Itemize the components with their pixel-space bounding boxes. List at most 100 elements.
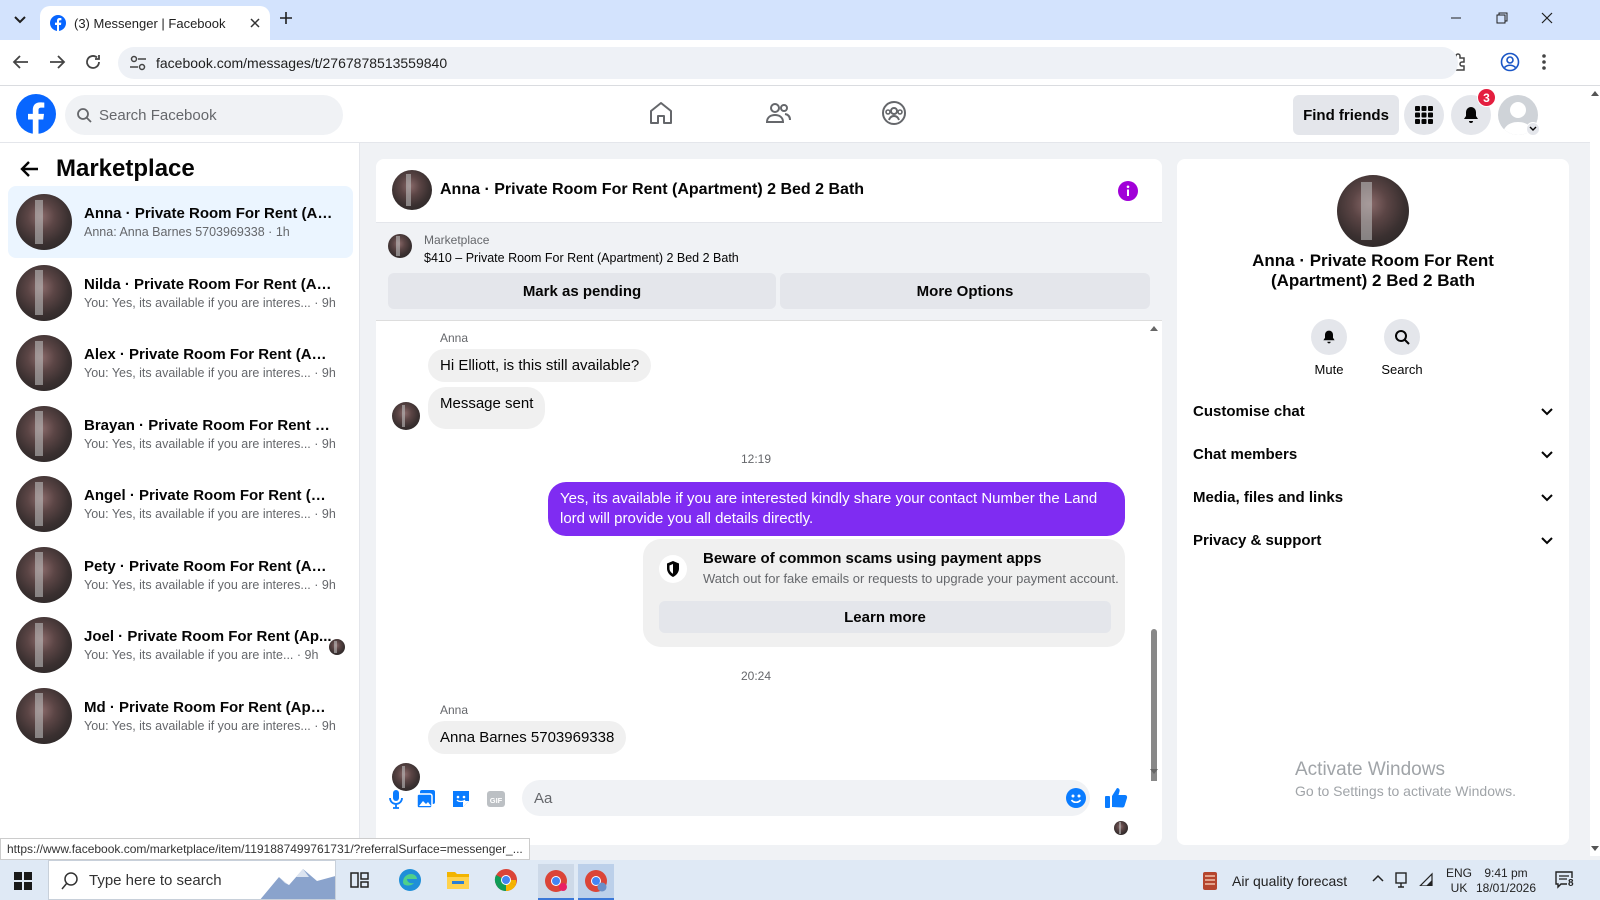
weather-label: Air quality forecast: [1232, 873, 1348, 889]
minimize-button[interactable]: [1450, 12, 1462, 24]
conversation-item[interactable]: Joel · Private Room For Rent (Ap... You: …: [8, 609, 353, 681]
taskbar-search[interactable]: Type here to search: [48, 860, 336, 900]
find-friends-button[interactable]: Find friends: [1293, 95, 1399, 135]
chrome-taskbar-icon[interactable]: [494, 868, 518, 892]
details-section[interactable]: Chat members: [1193, 446, 1553, 463]
conversation-avatar: [16, 617, 72, 673]
browser-menu-icon[interactable]: [1540, 52, 1548, 72]
windows-watermark: Activate Windows Go to Settings to activ…: [1295, 759, 1516, 799]
back-button[interactable]: [12, 53, 30, 71]
chat-avatar[interactable]: [392, 170, 432, 210]
reload-button[interactable]: [84, 53, 102, 71]
bell-icon: [1323, 330, 1335, 344]
conversation-item[interactable]: Brayan · Private Room For Rent (A... You:…: [8, 398, 353, 470]
attach-photo-button[interactable]: [416, 789, 436, 809]
profile-icon[interactable]: [1500, 52, 1520, 72]
conversation-item[interactable]: Anna · Private Room For Rent (Apa... Anna…: [8, 186, 353, 258]
conversation-item[interactable]: Pety · Private Room For Rent (Apar... You…: [8, 539, 353, 611]
scam-warning-body: Watch out for fake emails or requests to…: [703, 571, 1119, 586]
chat-header: Anna · Private Room For Rent (Apartment)…: [376, 159, 1162, 223]
search-in-conversation-button[interactable]: Search: [1377, 319, 1427, 377]
emoji-button[interactable]: [1066, 788, 1086, 808]
message-input[interactable]: Aa: [522, 780, 1090, 816]
details-section[interactable]: Customise chat: [1193, 403, 1553, 420]
chat-scrollbar[interactable]: [1148, 321, 1160, 781]
details-section-label: Privacy & support: [1193, 532, 1322, 549]
wifi-icon[interactable]: [1418, 872, 1434, 886]
menu-button[interactable]: [1404, 95, 1444, 135]
facebook-logo[interactable]: [16, 94, 56, 134]
conversation-text: Brayan · Private Room For Rent (A... You:…: [84, 417, 336, 451]
nav-friends[interactable]: [765, 100, 791, 126]
minimize-icon: [1451, 17, 1461, 19]
gif-button[interactable]: GIF: [486, 789, 506, 809]
conversation-item[interactable]: Nilda · Private Room For Rent (Ap... You:…: [8, 257, 353, 329]
site-settings-icon[interactable]: [128, 53, 148, 73]
conversation-info-button[interactable]: [1118, 181, 1138, 201]
action-center-button[interactable]: 8: [1555, 870, 1577, 890]
forward-button[interactable]: [48, 53, 66, 71]
read-receipt-avatar: [329, 639, 345, 655]
incoming-message[interactable]: Hi Elliott, is this still available?: [428, 349, 652, 382]
incoming-message[interactable]: Message sent: [428, 387, 546, 429]
weather-widget[interactable]: Air quality forecast: [1200, 870, 1347, 892]
close-tab-icon[interactable]: [250, 18, 260, 28]
back-to-marketplace-button[interactable]: [20, 159, 40, 179]
windows-logo-icon: [14, 872, 32, 890]
close-window-button[interactable]: [1541, 12, 1553, 24]
details-section[interactable]: Privacy & support: [1193, 532, 1553, 549]
voice-clip-button[interactable]: [388, 789, 404, 809]
tab-list-dropdown[interactable]: [8, 8, 32, 32]
file-explorer-taskbar-icon[interactable]: [446, 869, 470, 891]
url-text: facebook.com/messages/t/2767878513559840: [156, 55, 448, 71]
conversation-item[interactable]: Md · Private Room For Rent (Apart... You:…: [8, 680, 353, 752]
listing-thumbnail[interactable]: [388, 234, 412, 258]
incoming-message[interactable]: Anna Barnes 5703969338: [428, 721, 627, 754]
outgoing-message[interactable]: Yes, its available if you are interested…: [548, 482, 1125, 536]
start-button[interactable]: [14, 872, 32, 890]
conversation-text: Alex · Private Room For Rent (Apar... You…: [84, 346, 336, 380]
details-avatar[interactable]: [1337, 175, 1409, 247]
details-section[interactable]: Media, files and links: [1193, 489, 1553, 506]
edge-taskbar-icon[interactable]: [398, 868, 422, 892]
address-bar[interactable]: facebook.com/messages/t/2767878513559840: [118, 47, 1458, 79]
conversation-snippet: You: Yes, its available if you are inter…: [84, 577, 336, 592]
facebook-search-input[interactable]: Search Facebook: [65, 95, 343, 135]
account-menu-chevron[interactable]: [1526, 122, 1540, 136]
sender-avatar[interactable]: [392, 402, 420, 430]
browser-tab[interactable]: (3) Messenger | Facebook: [40, 6, 270, 40]
send-like-button[interactable]: [1104, 786, 1128, 810]
conversation-item[interactable]: Alex · Private Room For Rent (Apar... You…: [8, 327, 353, 399]
chrome-active-taskbar-icon[interactable]: [578, 864, 614, 900]
conversation-item[interactable]: Angel · Private Room For Rent (Ap... You:…: [8, 468, 353, 540]
sticker-button[interactable]: [451, 789, 471, 809]
sender-avatar[interactable]: [392, 763, 420, 791]
conversation-text: Anna · Private Room For Rent (Apa... Anna…: [84, 205, 334, 239]
learn-more-button[interactable]: Learn more: [659, 601, 1111, 633]
sidebar-title: Marketplace: [56, 155, 195, 182]
restore-button[interactable]: [1496, 12, 1508, 24]
mark-as-pending-button[interactable]: Mark as pending: [388, 273, 776, 309]
language-indicator[interactable]: ENG UK: [1446, 866, 1472, 896]
search-icon: [61, 872, 78, 890]
details-section-label: Chat members: [1193, 446, 1298, 463]
notification-count: 3: [1483, 90, 1490, 105]
thumbs-up-icon: [1105, 788, 1128, 808]
listing-title[interactable]: $410 – Private Room For Rent (Apartment)…: [424, 251, 739, 265]
network-icon[interactable]: [1394, 871, 1408, 889]
conversation-text: Angel · Private Room For Rent (Ap... You:…: [84, 487, 336, 521]
chrome-profile-taskbar-icon[interactable]: [538, 864, 574, 900]
nav-groups[interactable]: [881, 100, 907, 126]
chat-title[interactable]: Anna · Private Room For Rent (Apartment)…: [440, 181, 864, 199]
conversation-snippet: You: Yes, its available if you are inter…: [84, 436, 336, 451]
nav-home[interactable]: [648, 100, 674, 126]
task-view-button[interactable]: [350, 871, 370, 889]
page-scrollbar[interactable]: [1590, 86, 1600, 856]
more-options-button[interactable]: More Options: [780, 273, 1150, 309]
conversation-snippet: You: Yes, its available if you are inte.…: [84, 648, 319, 662]
new-tab-button[interactable]: [278, 10, 294, 26]
show-hidden-icons[interactable]: [1372, 874, 1384, 882]
clock[interactable]: 9:41 pm 18/01/2026: [1470, 866, 1542, 896]
mute-button[interactable]: Mute: [1309, 319, 1349, 377]
tab-title: (3) Messenger | Facebook: [74, 15, 226, 31]
